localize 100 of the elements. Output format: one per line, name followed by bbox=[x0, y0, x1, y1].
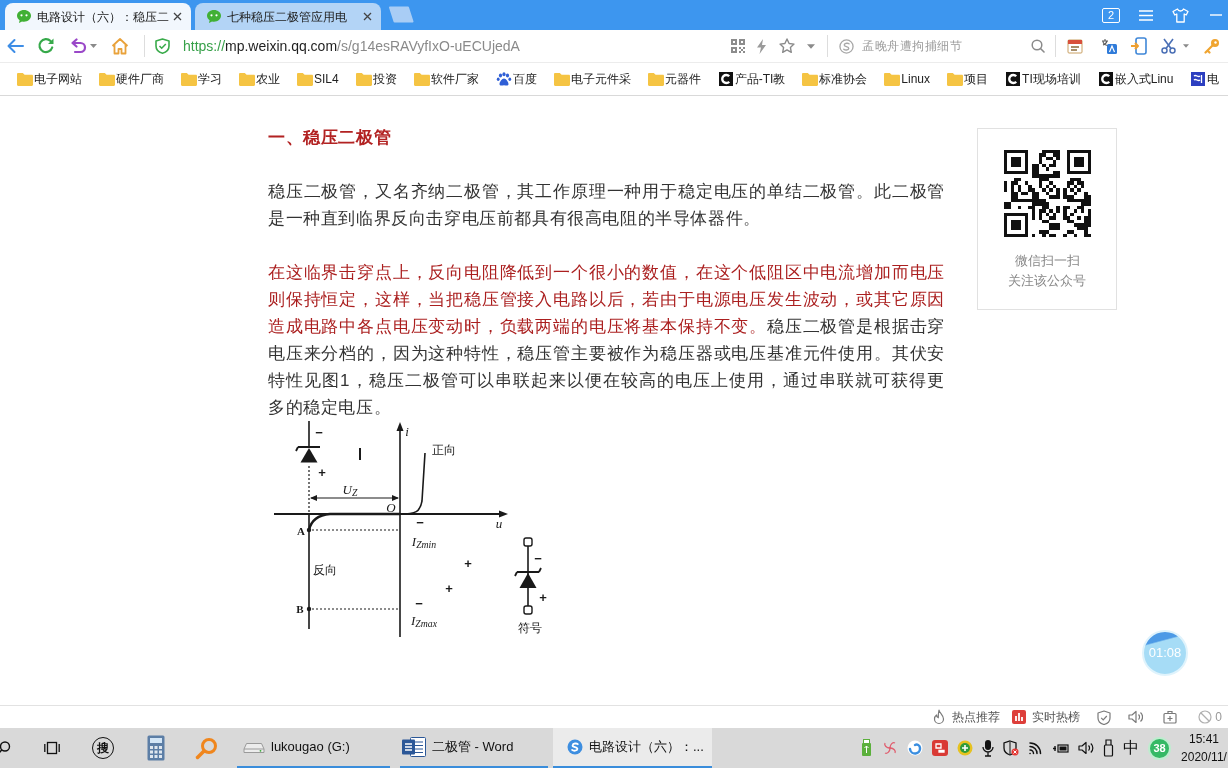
recording-timer: 01:08 bbox=[1142, 630, 1188, 676]
diagram-label: − bbox=[416, 515, 424, 529]
taskbar-app[interactable]: 电路设计（六）：... bbox=[553, 728, 712, 768]
letter-c-icon bbox=[718, 72, 733, 86]
usb-icon[interactable] bbox=[860, 739, 873, 757]
bookmark[interactable]: Linux bbox=[884, 70, 931, 88]
volume-icon[interactable] bbox=[1078, 741, 1094, 755]
undo-icon[interactable] bbox=[69, 38, 87, 54]
scissors-icon[interactable] bbox=[1161, 38, 1176, 54]
bookmark[interactable]: 投资 bbox=[355, 70, 397, 88]
folder-icon bbox=[239, 72, 255, 86]
key-icon[interactable] bbox=[1204, 38, 1220, 54]
section-heading: 一、稳压二极管 bbox=[268, 127, 393, 149]
diagram-label: B bbox=[296, 603, 304, 615]
diagram-label: u bbox=[495, 516, 503, 530]
home-icon[interactable] bbox=[111, 37, 129, 55]
diagram-label: + bbox=[318, 465, 326, 479]
pinwheel-icon[interactable] bbox=[882, 740, 898, 756]
new-tab-icon[interactable] bbox=[387, 6, 415, 23]
phone-icon[interactable] bbox=[1130, 37, 1147, 55]
menu-icon[interactable] bbox=[1139, 9, 1153, 21]
reload-icon[interactable] bbox=[37, 37, 55, 55]
blocked-circle-icon bbox=[1198, 710, 1213, 724]
browser-tab[interactable]: 七种稳压二极管应用电 bbox=[195, 3, 381, 30]
shirt-icon[interactable] bbox=[1172, 7, 1189, 23]
bookmark[interactable]: SIL4 bbox=[297, 70, 339, 88]
diagram-label: A bbox=[297, 525, 305, 537]
bookmark[interactable]: TI现场培训 bbox=[1005, 70, 1081, 88]
diagram-label: 符号 bbox=[518, 622, 542, 634]
bookmark[interactable]: 嵌入式Linu bbox=[1097, 70, 1174, 88]
diagram-label: + bbox=[539, 590, 547, 604]
task-view-icon[interactable] bbox=[44, 740, 60, 756]
bookmark[interactable]: 硬件厂商 bbox=[99, 70, 164, 88]
qr-grid-icon[interactable] bbox=[731, 39, 745, 53]
bookmark[interactable]: 电子元件采 bbox=[553, 70, 631, 88]
lightning-icon[interactable] bbox=[756, 38, 767, 54]
s-logo-icon[interactable] bbox=[839, 38, 854, 54]
document-icon bbox=[402, 736, 426, 758]
calendar-icon[interactable] bbox=[1067, 38, 1083, 54]
diagram-label: 正向 bbox=[432, 444, 456, 456]
clock-date: 2020/11/ bbox=[1181, 749, 1227, 766]
bookmark[interactable]: 学习 bbox=[181, 70, 222, 88]
diagram-label: − bbox=[534, 551, 542, 565]
usb-drive-icon[interactable] bbox=[1103, 739, 1114, 757]
shield-check-icon[interactable] bbox=[1097, 709, 1112, 725]
folder-icon bbox=[553, 72, 570, 86]
paw-icon bbox=[495, 72, 512, 86]
diagram-label: I$_{Zmax}$ bbox=[411, 613, 437, 627]
search-field[interactable]: 孟晚舟遭拘捕细节 bbox=[862, 34, 1030, 58]
app-tile-icon[interactable] bbox=[932, 740, 948, 756]
diagram-label: I$_{Zmin}$ bbox=[411, 534, 437, 548]
bookmark[interactable]: 项目 bbox=[947, 70, 989, 88]
taskbar-app[interactable]: 二极管 - Word bbox=[400, 728, 548, 768]
folder-icon bbox=[181, 72, 197, 86]
diagram-label: U$_{Z}$ bbox=[342, 482, 358, 496]
input-method-indicator[interactable]: 中 bbox=[1123, 740, 1139, 756]
star-icon[interactable] bbox=[779, 38, 795, 54]
bookmark[interactable]: 农业 bbox=[239, 70, 280, 88]
address-field[interactable]: https://mp.weixin.qq.com/s/g14esRAVyfIxO-uECUjedA bbox=[176, 33, 726, 59]
letter-c-icon bbox=[1098, 72, 1113, 86]
back-icon[interactable] bbox=[6, 38, 24, 54]
taskbar-app[interactable]: lukougao (G:) bbox=[237, 728, 390, 768]
close-icon[interactable] bbox=[363, 12, 372, 21]
microphone-icon[interactable] bbox=[982, 739, 994, 757]
caret-icon[interactable] bbox=[807, 43, 815, 49]
battery-icon[interactable] bbox=[1053, 741, 1069, 755]
folder-icon bbox=[413, 72, 430, 86]
clock-time: 15:41 bbox=[1189, 731, 1219, 748]
translate-icon[interactable] bbox=[1101, 38, 1117, 54]
bookmark[interactable]: 产品-TI教 bbox=[717, 70, 786, 88]
status-link[interactable]: 热点推荐 bbox=[932, 708, 1001, 726]
magnifier-icon[interactable] bbox=[195, 736, 218, 760]
bookmark[interactable]: 电子网站 bbox=[17, 70, 82, 88]
qr-caption: 关注该公众号 bbox=[1008, 272, 1086, 290]
speaker-icon[interactable] bbox=[1128, 710, 1144, 724]
bookmark[interactable]: 元器件 bbox=[647, 70, 701, 88]
close-icon[interactable] bbox=[173, 12, 182, 21]
plus-box-icon[interactable] bbox=[1163, 710, 1178, 724]
folder-icon bbox=[647, 72, 664, 86]
calculator-icon[interactable] bbox=[147, 735, 165, 761]
folder-icon bbox=[297, 72, 313, 86]
qr-caption: 微信扫一扫 bbox=[1014, 252, 1080, 270]
plus-circle-icon[interactable] bbox=[957, 740, 973, 756]
ring-logo-icon[interactable] bbox=[907, 740, 923, 756]
bookmark[interactable]: 软件厂家 bbox=[413, 70, 479, 88]
shield-check-icon[interactable] bbox=[155, 38, 170, 54]
folder-icon bbox=[355, 72, 372, 86]
bookmark[interactable]: 标准协会 bbox=[802, 70, 868, 88]
folder-icon bbox=[884, 72, 901, 86]
diagram-label: O bbox=[386, 500, 396, 514]
bar-chart-icon bbox=[1012, 710, 1027, 724]
caret-icon[interactable] bbox=[1183, 44, 1189, 48]
browser-tab[interactable]: 电路设计（六）：稳压二 bbox=[5, 3, 191, 30]
bookmark[interactable]: 百度 bbox=[495, 70, 537, 88]
caret-icon[interactable] bbox=[90, 44, 97, 48]
paragraph-text: 在这临界击穿点上，反向电阻降低到一个很小的数值，在这个低阻区中电流增加而电压则保持恒定，这样，当把稳压管接入电路以后，若由于电源电压发生波动，或其它原因造成电路中各点电压变动时，负载两端的电压将基本保持不变。稳压二极管是根据击穿电压来分档的，因为这种特性，稳压管主要被作为稳压器或电压基准元件使用。其伏安特性见图1，稳压二极管可以串联起来以便在较高的电压上使用，通过串联就可获得更多的稳定电压。 bbox=[268, 262, 945, 419]
wifi-icon[interactable] bbox=[1028, 741, 1044, 755]
shield-warning-icon[interactable] bbox=[1003, 740, 1019, 756]
status-link[interactable]: 实时热榜 bbox=[1012, 708, 1081, 726]
bookmark[interactable]: 电 bbox=[1190, 70, 1220, 88]
